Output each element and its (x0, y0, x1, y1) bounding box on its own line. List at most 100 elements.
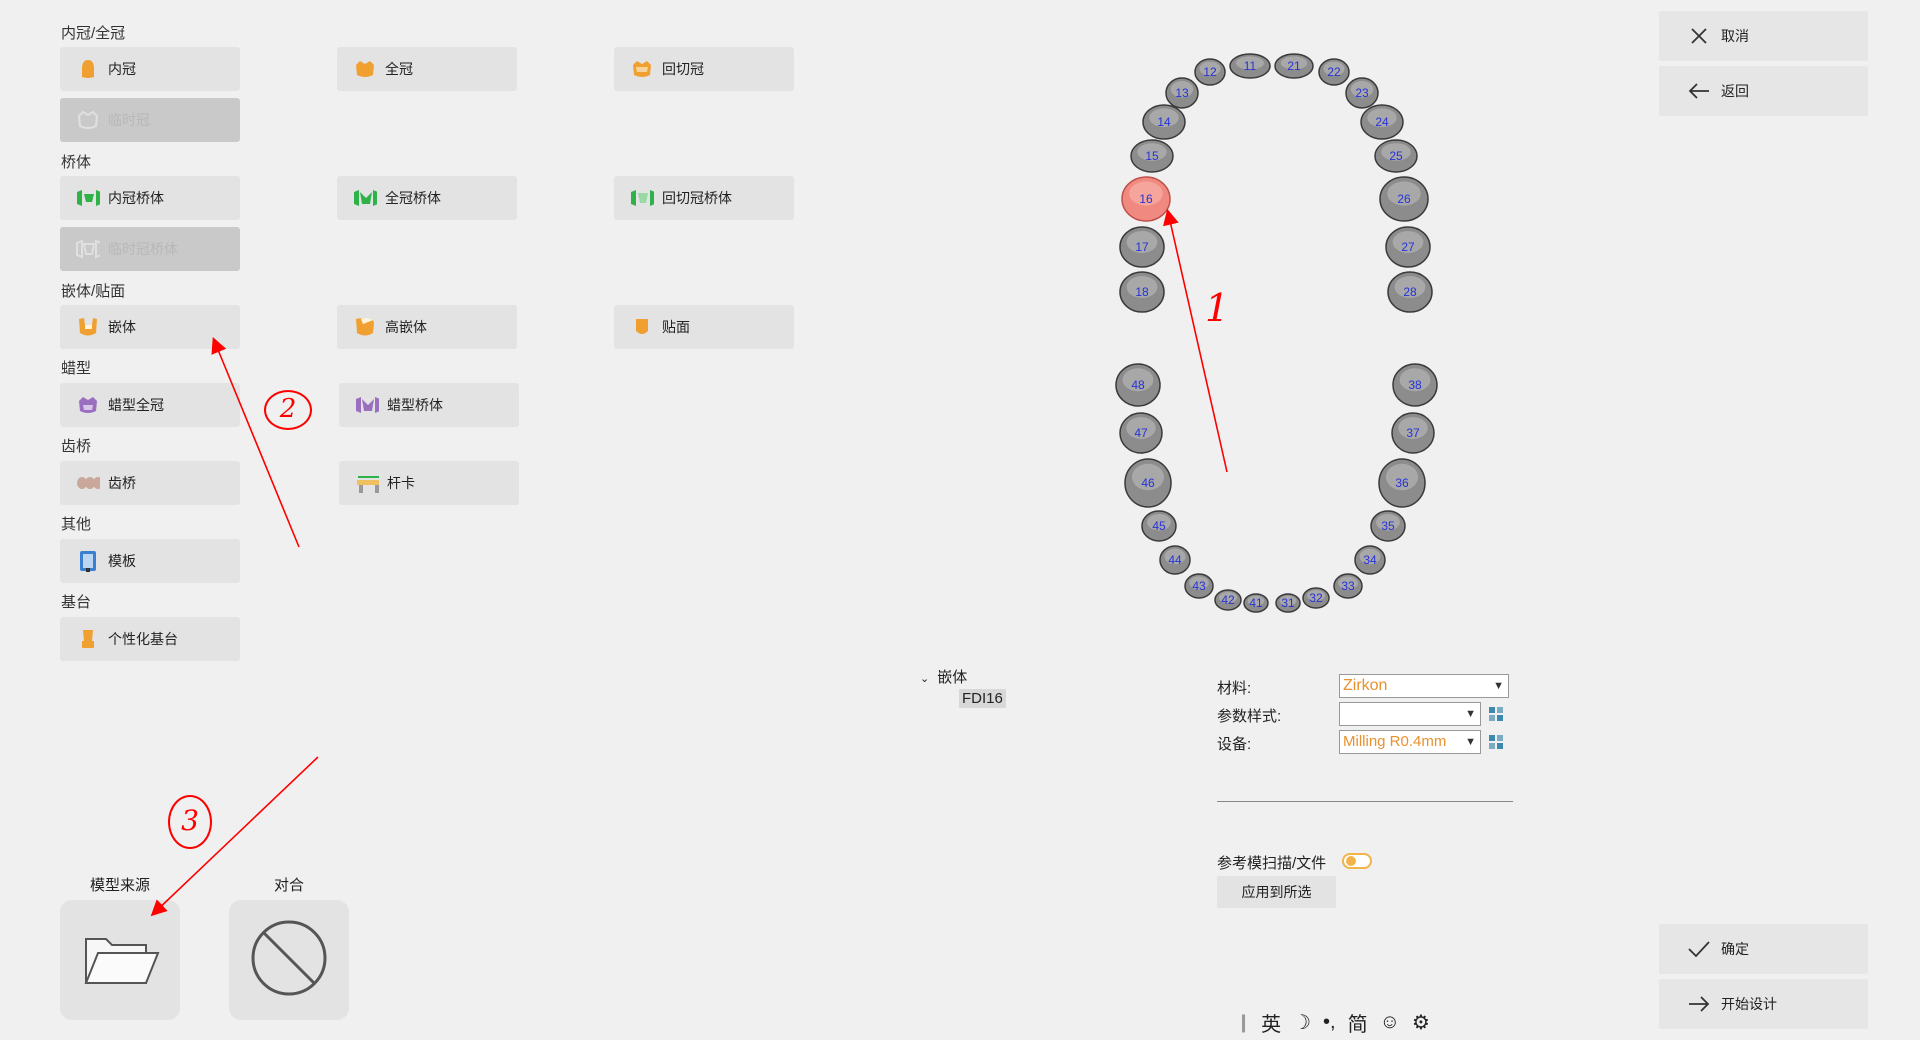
tooth-31[interactable]: 31 (1275, 593, 1301, 613)
antagonist-label: 对合 (273, 877, 304, 894)
start-design-button[interactable]: 开始设计 (1659, 979, 1868, 1029)
tooth-33[interactable]: 33 (1333, 573, 1363, 599)
device-grid-icon[interactable] (1489, 735, 1503, 749)
group-label-inlay: 嵌体/贴面 (61, 283, 126, 300)
device-select[interactable]: Milling R0.4mm ▼ (1339, 730, 1481, 754)
tooth-38[interactable]: 38 (1392, 363, 1438, 407)
ref-scan-toggle[interactable] (1342, 853, 1372, 869)
cancel-button[interactable]: 取消 (1659, 11, 1868, 61)
tooth-label: 48 (1131, 378, 1145, 392)
type-button-temp-crown[interactable]: 临时冠 (60, 98, 240, 142)
bar-icon (355, 471, 379, 495)
annotation-2: 2 (264, 390, 312, 430)
tree-item-fdi16[interactable]: FDI16 (959, 689, 1006, 708)
coping-bridge-icon (76, 186, 100, 210)
tooth-27[interactable]: 27 (1385, 226, 1431, 268)
tooth-34[interactable]: 34 (1354, 545, 1386, 575)
back-button[interactable]: 返回 (1659, 66, 1868, 116)
type-button-cutback-crown[interactable]: 回切冠 (614, 47, 794, 91)
model-source-label: 模型来源 (89, 877, 150, 894)
model-source-button[interactable] (60, 900, 180, 1020)
tooth-45[interactable]: 45 (1141, 510, 1177, 542)
tooth-label: 22 (1327, 65, 1341, 79)
tooth-32[interactable]: 32 (1302, 587, 1330, 609)
tooth-37[interactable]: 37 (1391, 412, 1435, 454)
tooth-label: 45 (1152, 519, 1166, 533)
type-button-onlay[interactable]: 高嵌体 (337, 305, 517, 349)
tooth-15[interactable]: 15 (1130, 139, 1174, 173)
ime-english-toggle[interactable]: 英 (1261, 1008, 1281, 1037)
param-style-select[interactable]: ▼ (1339, 702, 1481, 726)
confirm-button[interactable]: 确定 (1659, 924, 1868, 974)
tooth-18[interactable]: 18 (1119, 271, 1165, 313)
tooth-42[interactable]: 42 (1214, 589, 1242, 611)
tooth-36[interactable]: 36 (1378, 458, 1426, 508)
tooth-label: 36 (1395, 476, 1409, 490)
tooth-44[interactable]: 44 (1159, 545, 1191, 575)
tooth-label: 32 (1309, 591, 1323, 605)
type-button-custom-abutment[interactable]: 个性化基台 (60, 617, 240, 661)
emoji-icon[interactable]: ☺ (1380, 1011, 1400, 1034)
tooth-41[interactable]: 41 (1243, 593, 1269, 613)
type-button-tooth-bridge[interactable]: 齿桥 (60, 461, 240, 505)
ime-simplified-toggle[interactable]: 简 (1348, 1008, 1368, 1037)
tooth-label: 16 (1139, 192, 1153, 206)
type-button-coping-bridge[interactable]: 内冠桥体 (60, 176, 240, 220)
tooth-24[interactable]: 24 (1360, 104, 1404, 140)
arrow-right-icon (1687, 992, 1711, 1016)
no-antagonist-icon (249, 918, 329, 1002)
type-button-template[interactable]: 模板 (60, 539, 240, 583)
check-icon (1687, 937, 1711, 961)
type-button-wax-bridge[interactable]: 蜡型桥体 (339, 383, 519, 427)
wax-bridge-icon (355, 393, 379, 417)
type-button-inlay[interactable]: 嵌体 (60, 305, 240, 349)
divider (1217, 801, 1513, 802)
param-grid-icon[interactable] (1489, 707, 1503, 721)
tooth-47[interactable]: 47 (1119, 412, 1163, 454)
tooth-label: 46 (1141, 476, 1155, 490)
type-button-coping[interactable]: 内冠 (60, 47, 240, 91)
punctuation-icon[interactable]: •, (1323, 1011, 1336, 1034)
group-label-tooth-bridge: 齿桥 (61, 438, 92, 455)
tooth-28[interactable]: 28 (1387, 271, 1433, 313)
tooth-label: 17 (1135, 240, 1149, 254)
type-button-full-crown[interactable]: 全冠 (337, 47, 517, 91)
tooth-12[interactable]: 12 (1194, 58, 1226, 86)
tooth-21[interactable]: 21 (1274, 53, 1314, 79)
group-label-bridge: 桥体 (61, 154, 92, 171)
type-button-cutback-bridge[interactable]: 回切冠桥体 (614, 176, 794, 220)
caret-down-icon: ▼ (1465, 736, 1476, 748)
caret-down-icon: ▼ (1465, 708, 1476, 720)
type-button-wax-crown[interactable]: 蜡型全冠 (60, 383, 240, 427)
apply-to-selected-button[interactable]: 应用到所选 (1217, 876, 1336, 908)
tooth-23[interactable]: 23 (1345, 77, 1379, 109)
tooth-label: 12 (1203, 65, 1217, 79)
tree-group[interactable]: ⌄ 嵌体 (920, 666, 967, 687)
tooth-label: 21 (1287, 59, 1301, 73)
material-select[interactable]: Zirkon ▼ (1339, 674, 1509, 698)
tooth-17[interactable]: 17 (1119, 226, 1165, 268)
tooth-43[interactable]: 43 (1184, 573, 1214, 599)
tooth-11[interactable]: 11 (1229, 53, 1271, 79)
ime-handle[interactable]: ❙ (1236, 1012, 1251, 1033)
tooth-14[interactable]: 14 (1142, 104, 1186, 140)
tooth-35[interactable]: 35 (1370, 510, 1406, 542)
inlay-icon (76, 315, 100, 339)
tooth-13[interactable]: 13 (1165, 77, 1199, 109)
tooth-22[interactable]: 22 (1318, 58, 1350, 86)
type-button-temp-bridge[interactable]: 临时冠桥体 (60, 227, 240, 271)
tooth-48[interactable]: 48 (1115, 363, 1161, 407)
type-button-full-crown-bridge[interactable]: 全冠桥体 (337, 176, 517, 220)
antagonist-button[interactable] (229, 900, 349, 1020)
group-label-other: 其他 (61, 516, 92, 533)
type-button-bar[interactable]: 杆卡 (339, 461, 519, 505)
tooth-26[interactable]: 26 (1379, 176, 1429, 222)
gear-icon[interactable]: ⚙ (1412, 1010, 1430, 1035)
tooth-label: 38 (1408, 378, 1422, 392)
tooth-46[interactable]: 46 (1124, 458, 1172, 508)
tooth-25[interactable]: 25 (1374, 139, 1418, 173)
tooth-label: 11 (1244, 59, 1257, 73)
tooth-16[interactable]: 16 (1121, 176, 1171, 222)
type-button-veneer[interactable]: 贴面 (614, 305, 794, 349)
moon-icon[interactable]: ☽ (1293, 1010, 1311, 1035)
